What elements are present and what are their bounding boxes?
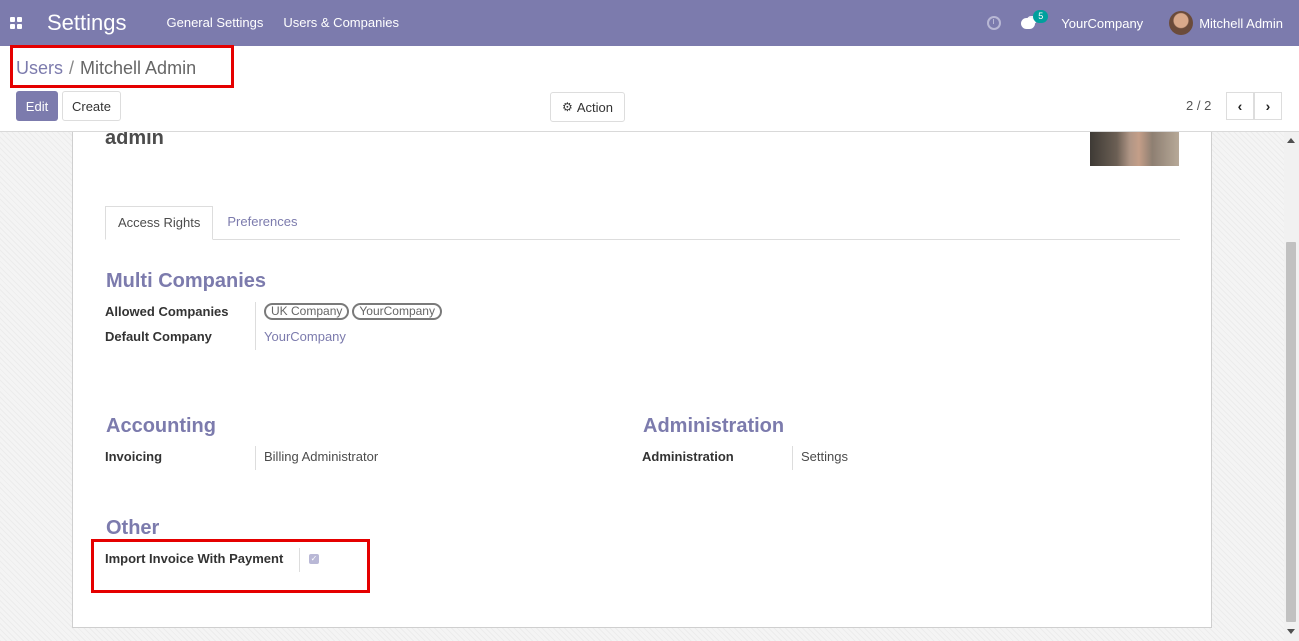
allowed-companies-tags: UK Company YourCompany: [264, 303, 445, 320]
vertical-scrollbar[interactable]: [1284, 132, 1299, 641]
chevron-right-icon: ›: [1265, 98, 1271, 114]
invoicing-label: Invoicing: [105, 449, 163, 464]
company-switcher[interactable]: YourCompany: [1061, 16, 1143, 31]
action-label: Action: [576, 99, 613, 115]
pager-value[interactable]: 2 / 2: [1186, 98, 1211, 113]
scroll-thumb[interactable]: [1286, 242, 1296, 622]
user-photo[interactable]: [1090, 132, 1179, 166]
section-administration: Administration: [643, 415, 785, 437]
control-panel: Users / Mitchell Admin Edit Create ⚙ Act…: [0, 45, 1299, 132]
user-login: admin: [105, 132, 164, 149]
message-count-badge: 5: [1033, 10, 1049, 23]
gear-icon: ⚙: [562, 100, 573, 114]
apps-menu-icon[interactable]: [0, 0, 32, 46]
notebook-tabs: Access Rights Preferences: [105, 206, 1180, 240]
section-accounting: Accounting: [106, 415, 216, 437]
scroll-down-icon[interactable]: [1287, 629, 1295, 634]
top-navbar: Settings General Settings Users & Compan…: [0, 0, 1299, 46]
action-button[interactable]: ⚙ Action: [550, 92, 625, 122]
activity-clock-icon[interactable]: [987, 16, 1002, 30]
messages-button[interactable]: 5: [1021, 10, 1049, 33]
edit-button[interactable]: Edit: [16, 91, 58, 121]
tab-preferences[interactable]: Preferences: [213, 206, 309, 239]
create-button[interactable]: Create: [62, 91, 121, 121]
default-company-link[interactable]: YourCompany: [264, 329, 346, 344]
user-menu[interactable]: Mitchell Admin: [1169, 11, 1283, 35]
administration-label: Administration: [642, 449, 734, 464]
user-name: Mitchell Admin: [1199, 15, 1283, 31]
pager-next-button[interactable]: ›: [1254, 92, 1282, 120]
allowed-companies-label: Allowed Companies: [105, 304, 229, 319]
scroll-up-icon[interactable]: [1287, 138, 1295, 143]
highlight-box-import-field: [91, 539, 370, 593]
app-title[interactable]: Settings: [47, 10, 127, 36]
chevron-left-icon: ‹: [1237, 98, 1243, 114]
menu-users-companies[interactable]: Users & Companies: [273, 0, 409, 46]
tag-uk-company[interactable]: UK Company: [264, 303, 350, 320]
main-menu: General Settings Users & Companies: [157, 0, 409, 46]
menu-general-settings[interactable]: General Settings: [157, 0, 274, 46]
section-other: Other: [106, 517, 160, 539]
pager-previous-button[interactable]: ‹: [1226, 92, 1254, 120]
administration-value: Settings: [801, 449, 848, 464]
tag-yourcompany[interactable]: YourCompany: [352, 303, 442, 320]
highlight-box-breadcrumb: [10, 45, 234, 88]
avatar: [1169, 11, 1194, 35]
default-company-label: Default Company: [105, 329, 212, 344]
invoicing-value: Billing Administrator: [264, 449, 379, 464]
form-view: admin Access Rights Preferences Multi Co…: [0, 132, 1299, 641]
section-multi-companies: Multi Companies: [106, 270, 267, 292]
tab-access-rights[interactable]: Access Rights: [105, 206, 214, 240]
